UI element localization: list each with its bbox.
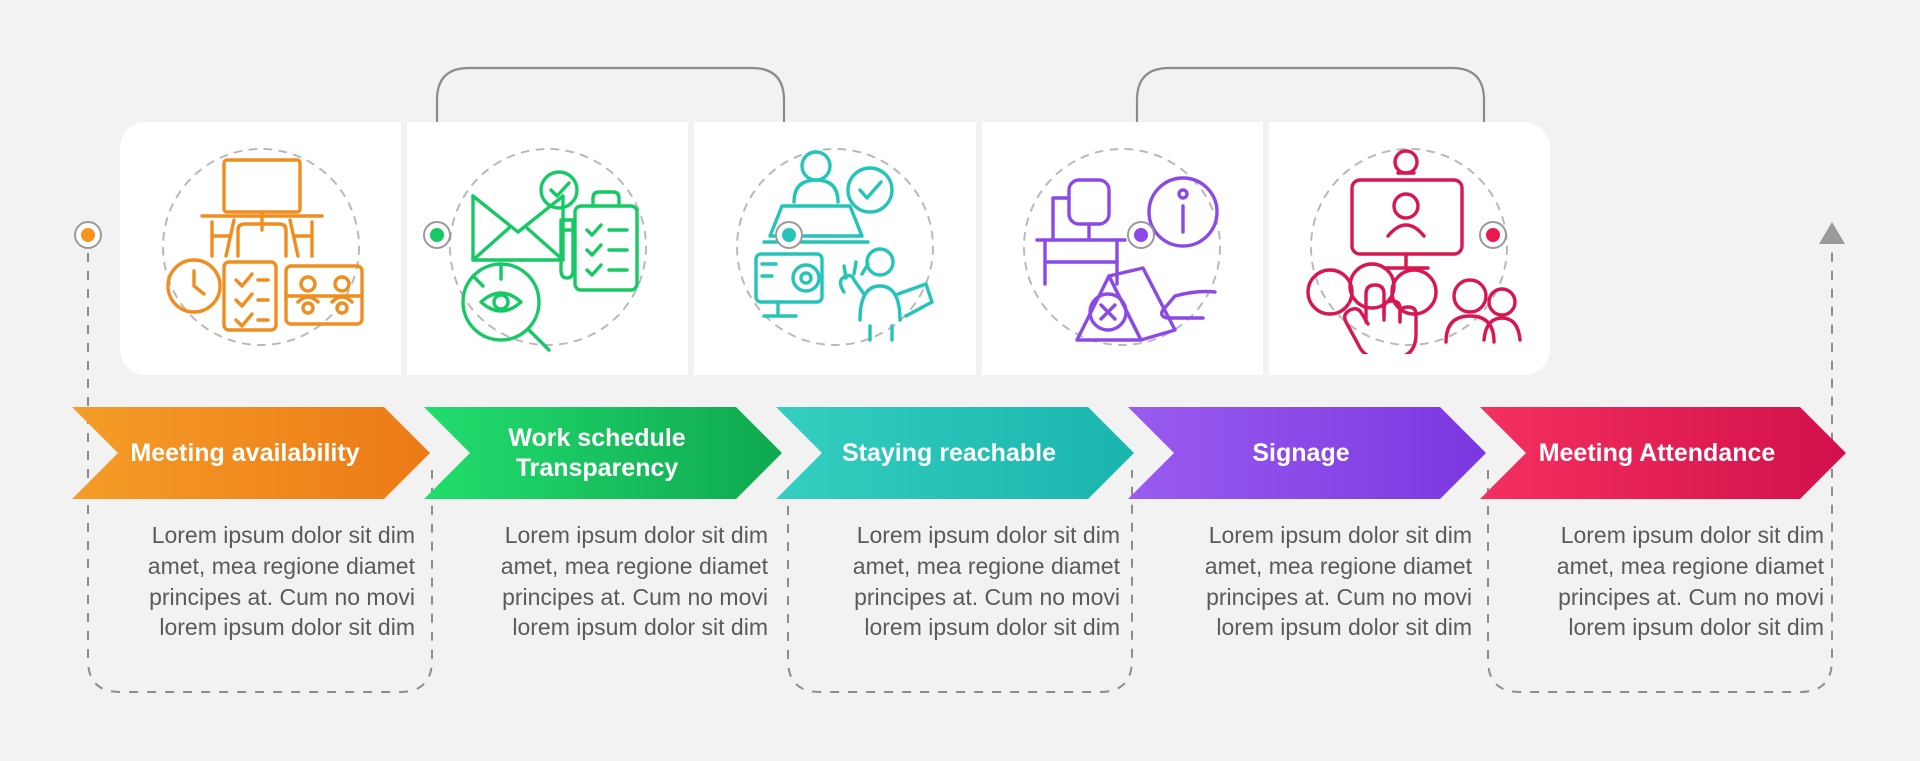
icon-card-staying-reachable — [694, 122, 976, 375]
banner-label: Meeting Attendance — [1538, 438, 1776, 467]
infographic-root: Meeting availability Work schedule Trans… — [0, 0, 1920, 761]
staying-reachable-icon — [720, 144, 950, 354]
icon-card-signage — [981, 122, 1263, 375]
description-work-schedule-transparency: Lorem ipsum dolor sit dim amet, mea regi… — [500, 522, 768, 641]
banner-label: Signage — [1252, 438, 1350, 467]
work-schedule-transparency-icon — [433, 144, 663, 354]
banner-label: Work schedule Transparency — [508, 423, 686, 482]
timeline-dot-3[interactable] — [775, 221, 803, 249]
meeting-availability-icon — [146, 144, 376, 354]
icon-card-row — [120, 122, 1551, 375]
dot-fill — [81, 228, 95, 242]
banner-meeting-attendance[interactable]: Meeting Attendance — [1480, 407, 1846, 499]
icon-card-meeting-attendance — [1268, 122, 1551, 375]
icon-card-meeting-availability — [120, 122, 402, 375]
dot-fill — [430, 228, 444, 242]
banner-meeting-availability[interactable]: Meeting availability — [72, 407, 430, 499]
banner-signage[interactable]: Signage — [1128, 407, 1486, 499]
banner-work-schedule-transparency[interactable]: Work schedule Transparency — [424, 407, 782, 499]
description-staying-reachable: Lorem ipsum dolor sit dim amet, mea regi… — [852, 522, 1120, 641]
banner-row: Meeting availability Work schedule Trans… — [72, 407, 1847, 499]
icon-card-work-schedule-transparency — [407, 122, 689, 375]
timeline-dot-5[interactable] — [1479, 221, 1507, 249]
timeline-dot-1[interactable] — [74, 221, 102, 249]
dot-fill — [1486, 228, 1500, 242]
description-meeting-availability: Lorem ipsum dolor sit dim amet, mea regi… — [147, 522, 415, 641]
description-meeting-attendance: Lorem ipsum dolor sit dim amet, mea regi… — [1556, 522, 1824, 641]
description-row: Lorem ipsum dolor sit dim amet, mea regi… — [90, 520, 1850, 660]
banner-staying-reachable[interactable]: Staying reachable — [776, 407, 1134, 499]
dot-fill — [782, 228, 796, 242]
timeline-dot-2[interactable] — [423, 221, 451, 249]
description-signage: Lorem ipsum dolor sit dim amet, mea regi… — [1204, 522, 1472, 641]
banner-label: Staying reachable — [842, 438, 1056, 467]
dot-fill — [1134, 228, 1148, 242]
banner-label: Meeting availability — [130, 438, 360, 467]
end-arrow-icon — [1819, 222, 1845, 244]
timeline-dot-4[interactable] — [1127, 221, 1155, 249]
signage-icon — [1007, 144, 1237, 354]
